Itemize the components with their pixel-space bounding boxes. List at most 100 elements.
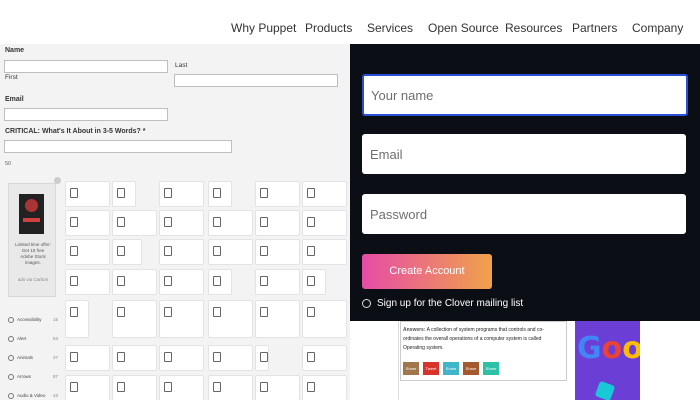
nav-partners[interactable]: Partners (572, 21, 617, 35)
create-account-button[interactable]: Create Account (362, 254, 492, 289)
icon-tile[interactable] (302, 210, 347, 236)
icon-tile[interactable] (159, 239, 204, 265)
tile-icon (260, 352, 268, 362)
ad-image[interactable] (19, 194, 44, 234)
tile-icon (70, 246, 78, 256)
icon-tile[interactable] (112, 345, 157, 371)
icon-tile[interactable] (255, 375, 300, 400)
email-field[interactable] (4, 108, 168, 121)
icon-tile[interactable] (208, 300, 253, 338)
sidebar-item-alert[interactable]: Alert 53 (8, 336, 58, 342)
icon-tile[interactable] (159, 345, 204, 371)
icon-tile[interactable] (302, 345, 347, 371)
tile-icon (307, 352, 315, 362)
icon-tile[interactable] (208, 375, 253, 400)
icon-tile[interactable] (65, 345, 110, 371)
password-placeholder: Password (370, 207, 428, 222)
nav-why-puppet[interactable]: Why Puppet (231, 21, 296, 35)
share-buttons: Share Tweet Share Share Share (403, 357, 503, 375)
icon-tile[interactable] (208, 239, 253, 265)
tile-icon (164, 188, 172, 198)
tile-icon (117, 188, 125, 198)
icon-tile[interactable] (255, 239, 300, 265)
tile-icon (117, 307, 125, 317)
last-name-field[interactable] (174, 74, 338, 87)
sidebar-item-label: Animals (17, 355, 34, 361)
icon-tile[interactable] (255, 210, 300, 236)
share-button[interactable]: Share (463, 362, 479, 375)
icon-tile[interactable] (65, 210, 110, 236)
icon-tile[interactable] (65, 181, 110, 207)
icon-tile[interactable] (302, 269, 326, 295)
tile-icon (164, 382, 172, 392)
nav-products[interactable]: Products (305, 21, 352, 35)
icon-tile[interactable] (208, 345, 253, 371)
tile-icon (260, 382, 268, 392)
icon-tile[interactable] (255, 269, 300, 295)
sidebar-item-accessibility[interactable]: Accessibility 15 (8, 317, 58, 323)
icon-tile[interactable] (112, 269, 157, 295)
sidebar-item-animals[interactable]: Animals 37 (8, 355, 58, 361)
share-button[interactable]: Share (443, 362, 459, 375)
icon-tile[interactable] (159, 375, 204, 400)
tile-icon (307, 217, 315, 227)
icon-tile[interactable] (255, 345, 269, 371)
share-button[interactable]: Share (403, 362, 419, 375)
tweet-button[interactable]: Tweet (423, 362, 439, 375)
radio-icon[interactable] (362, 298, 371, 308)
sidebar-item-arrows[interactable]: Arrows 87 (8, 374, 58, 380)
ad-text[interactable]: Limited time offer: Get 10 free Adobe St… (15, 242, 51, 266)
nav-open-source[interactable]: Open Source (428, 21, 499, 35)
tile-icon (164, 276, 172, 286)
tile-icon (307, 246, 315, 256)
icon-tile[interactable] (112, 210, 157, 236)
tile-icon (117, 382, 125, 392)
first-name-field[interactable] (4, 60, 168, 73)
tile-icon (260, 276, 268, 286)
tile-icon (213, 276, 221, 286)
ad-carbon-link[interactable]: ads via Carbon (15, 277, 51, 282)
mailing-list-option[interactable]: Sign up for the Clover mailing list (362, 298, 523, 309)
tile-icon (164, 352, 172, 362)
icon-tile[interactable] (302, 239, 347, 265)
icon-tile[interactable] (159, 269, 204, 295)
icon-tile[interactable] (159, 210, 204, 236)
category-icon (8, 374, 14, 380)
password-input[interactable]: Password (362, 194, 686, 234)
icon-tile[interactable] (112, 181, 136, 207)
close-icon[interactable] (54, 177, 61, 184)
name-input[interactable]: Your name (362, 74, 688, 116)
email-input[interactable]: Email (362, 134, 686, 174)
nav-resources[interactable]: Resources (505, 21, 562, 35)
share-button[interactable]: Share (483, 362, 499, 375)
icon-tile[interactable] (255, 181, 300, 207)
icon-tile[interactable] (208, 269, 232, 295)
first-label: First (5, 74, 18, 81)
icon-tile[interactable] (302, 300, 347, 338)
google-logo-image[interactable]: Google (575, 321, 640, 400)
sidebar-item-audio-video[interactable]: Audio & Video 43 (8, 393, 58, 399)
icon-tile[interactable] (112, 375, 157, 400)
nav-services[interactable]: Services (367, 21, 413, 35)
icon-tile[interactable] (65, 375, 110, 400)
sidebar-item-count: 87 (52, 374, 58, 379)
icon-tile[interactable] (112, 300, 157, 338)
icon-tile[interactable] (159, 300, 204, 338)
icon-tile[interactable] (65, 269, 110, 295)
ad-card[interactable]: Limited time offer: Get 10 free Adobe St… (8, 183, 56, 297)
about-field[interactable] (4, 140, 232, 153)
sidebar-item-count: 15 (52, 317, 58, 322)
top-navigation: Why Puppet Products Services Open Source… (0, 0, 700, 45)
icon-tile[interactable] (208, 210, 253, 236)
nav-company[interactable]: Company (632, 21, 683, 35)
tile-icon (117, 276, 125, 286)
icon-tile[interactable] (302, 181, 347, 207)
icon-tile[interactable] (112, 239, 142, 265)
icon-tile[interactable] (208, 181, 232, 207)
icon-tile[interactable] (302, 375, 347, 400)
icon-tile[interactable] (159, 181, 204, 207)
icon-tile[interactable] (255, 300, 300, 338)
icon-tile[interactable] (65, 300, 89, 338)
icon-tile[interactable] (65, 239, 110, 265)
name-label: Name (5, 47, 25, 54)
